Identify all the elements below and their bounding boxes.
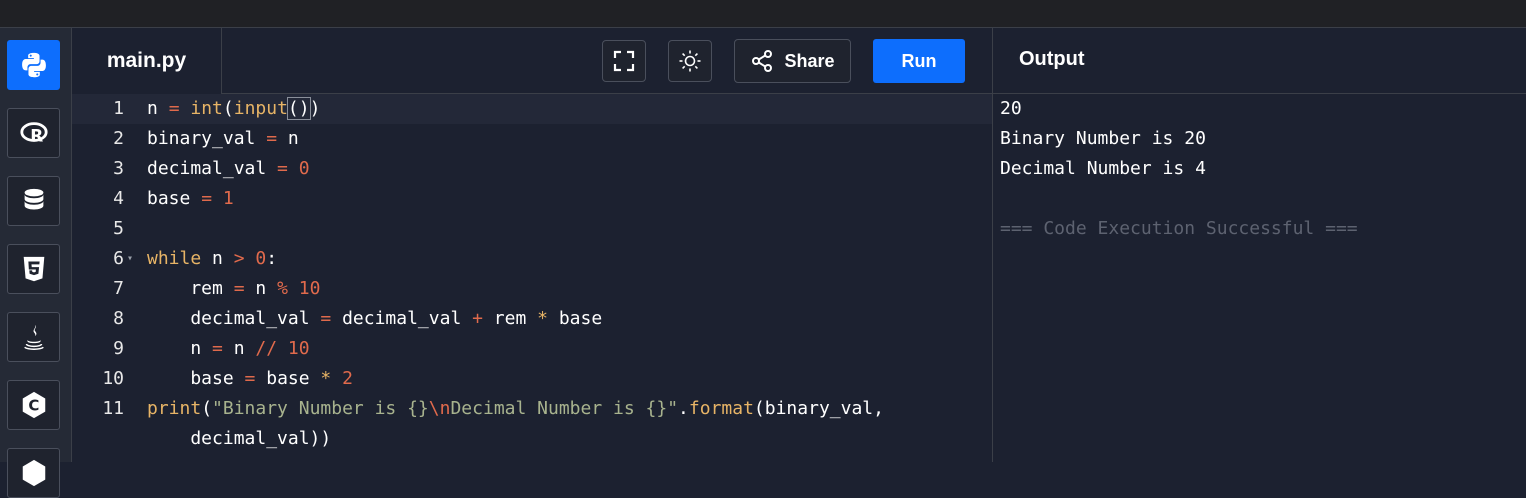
r-language-button[interactable]: R	[7, 108, 60, 158]
fullscreen-button[interactable]	[602, 40, 646, 82]
output-line: Binary Number is 20	[1000, 128, 1206, 149]
line-number: 8	[113, 308, 124, 329]
fullscreen-icon	[613, 50, 635, 72]
share-button[interactable]: Share	[734, 39, 851, 83]
code-text: base = base * 2	[147, 368, 353, 389]
code-text: n = int(input())	[147, 97, 321, 120]
html5-icon	[23, 256, 44, 282]
code-text: rem = n % 10	[147, 278, 321, 299]
language-sidebar: R C	[0, 28, 72, 498]
sql-language-button[interactable]	[7, 176, 60, 226]
editor-toolbar: main.py Share Run	[72, 28, 992, 94]
code-line[interactable]: 7 rem = n % 10	[72, 274, 992, 304]
code-line[interactable]: 3 decimal_val = 0	[72, 154, 992, 184]
svg-text:C: C	[28, 397, 39, 415]
python-language-button[interactable]	[7, 40, 60, 90]
line-number: 5	[113, 218, 124, 239]
cpp-language-button[interactable]	[7, 448, 60, 498]
line-number: 9	[113, 338, 124, 359]
c-icon: C	[22, 391, 45, 419]
c-language-button[interactable]: C	[7, 380, 60, 430]
svg-text:R: R	[30, 125, 43, 145]
code-text: n = n // 10	[147, 338, 310, 359]
java-icon	[23, 324, 44, 350]
r-icon: R	[19, 122, 48, 145]
output-line: Decimal Number is 4	[1000, 158, 1206, 179]
code-line[interactable]: 2 binary_val = n	[72, 124, 992, 154]
code-text: while n > 0:	[147, 248, 278, 269]
code-text: decimal_val = decimal_val + rem * base	[147, 308, 603, 329]
line-number: 3	[113, 158, 124, 179]
output-line: 20	[1000, 98, 1022, 119]
line-number: 2	[113, 128, 124, 149]
code-line[interactable]: 11 print("Binary Number is {}\nDecimal N…	[72, 394, 992, 424]
line-number: 7	[113, 278, 124, 299]
fold-arrow-icon[interactable]: ▾	[127, 244, 133, 274]
python-icon	[21, 52, 46, 78]
html-language-button[interactable]	[7, 244, 60, 294]
code-text: decimal_val = 0	[147, 158, 310, 179]
code-text: decimal_val))	[147, 428, 332, 449]
theme-toggle-button[interactable]	[668, 40, 712, 82]
java-language-button[interactable]	[7, 312, 60, 362]
line-number: 4	[113, 188, 124, 209]
output-title: Output	[1019, 48, 1085, 70]
run-button[interactable]: Run	[873, 39, 965, 83]
theme-toggle-icon	[679, 50, 701, 72]
code-text: print("Binary Number is {}\nDecimal Numb…	[147, 398, 884, 419]
code-line[interactable]: 5	[72, 214, 992, 244]
cpp-icon	[22, 459, 45, 487]
code-line[interactable]: 1 n = int(input())	[72, 94, 992, 124]
code-line[interactable]: 10 base = base * 2	[72, 364, 992, 394]
execution-status: === Code Execution Successful ===	[1000, 218, 1358, 239]
share-label: Share	[784, 50, 835, 71]
line-number: 6	[113, 248, 124, 269]
code-line[interactable]: 9 n = n // 10	[72, 334, 992, 364]
database-icon	[24, 188, 43, 210]
line-number: 11	[102, 398, 124, 419]
line-number: 10	[102, 368, 124, 389]
code-line[interactable]: decimal_val))	[72, 424, 992, 454]
share-icon	[752, 50, 773, 72]
code-text: binary_val = n	[147, 128, 299, 149]
file-tab[interactable]: main.py	[72, 28, 222, 94]
code-text: base = 1	[147, 188, 234, 209]
line-number: 1	[113, 98, 124, 119]
browser-top-bar	[0, 0, 1526, 28]
code-line[interactable]: 8 decimal_val = decimal_val + rem * base	[72, 304, 992, 334]
code-line[interactable]: 6 ▾ while n > 0:	[72, 244, 992, 274]
code-editor[interactable]: 1 n = int(input()) 2 binary_val = n 3 de…	[72, 94, 992, 462]
code-line[interactable]: 4 base = 1	[72, 184, 992, 214]
output-header: Output	[992, 28, 1526, 94]
output-panel[interactable]: 20 Binary Number is 20 Decimal Number is…	[992, 94, 1526, 462]
